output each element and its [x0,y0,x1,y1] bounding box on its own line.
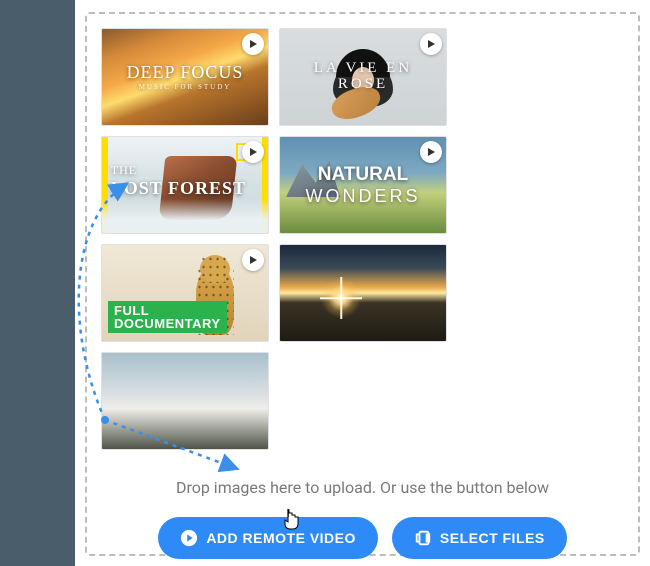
thumb-title-pre: NATURAL [318,164,408,186]
thumb-title: LOST FOREST [111,178,246,199]
thumb-title: LA VIE EN ROSE [286,61,440,93]
play-icon [420,141,442,163]
cursor-pointer-icon [280,508,302,538]
select-files-button[interactable]: SELECT FILES [392,517,567,559]
dropzone-hint: Drop images here to upload. Or use the b… [101,478,624,497]
thumb-image [280,245,446,341]
image-thumbnail[interactable] [101,352,269,450]
thumb-title-pre: THE [111,163,137,178]
video-thumbnail[interactable]: FULL DOCUMENTARY [101,244,269,342]
video-thumbnail[interactable]: LA VIE EN ROSE [279,28,447,126]
thumb-banner: FULL DOCUMENTARY [108,301,227,333]
add-remote-video-button[interactable]: ADD REMOTE VIDEO [158,517,378,559]
play-icon [242,141,264,163]
play-circle-icon [180,529,198,547]
video-thumbnail[interactable]: DEEP FOCUS MUSIC FOR STUDY [101,28,269,126]
dropzone[interactable]: DEEP FOCUS MUSIC FOR STUDY LA VIE EN ROS… [85,12,640,556]
play-icon [242,33,264,55]
image-thumbnail[interactable] [279,244,447,342]
play-icon [420,33,442,55]
video-thumbnail[interactable]: THE LOST FOREST [101,136,269,234]
files-icon [414,529,432,547]
sidebar [0,0,75,566]
thumb-title: DEEP FOCUS [127,63,244,82]
thumb-image [102,353,268,449]
video-thumbnail[interactable]: NATURAL WONDERS [279,136,447,234]
play-icon [242,249,264,271]
main: DEEP FOCUS MUSIC FOR STUDY LA VIE EN ROS… [75,0,650,566]
thumb-subtitle: MUSIC FOR STUDY [139,83,232,91]
button-label: SELECT FILES [440,530,545,546]
thumbnail-grid: DEEP FOCUS MUSIC FOR STUDY LA VIE EN ROS… [101,28,624,450]
thumb-title: WONDERS [306,186,421,207]
